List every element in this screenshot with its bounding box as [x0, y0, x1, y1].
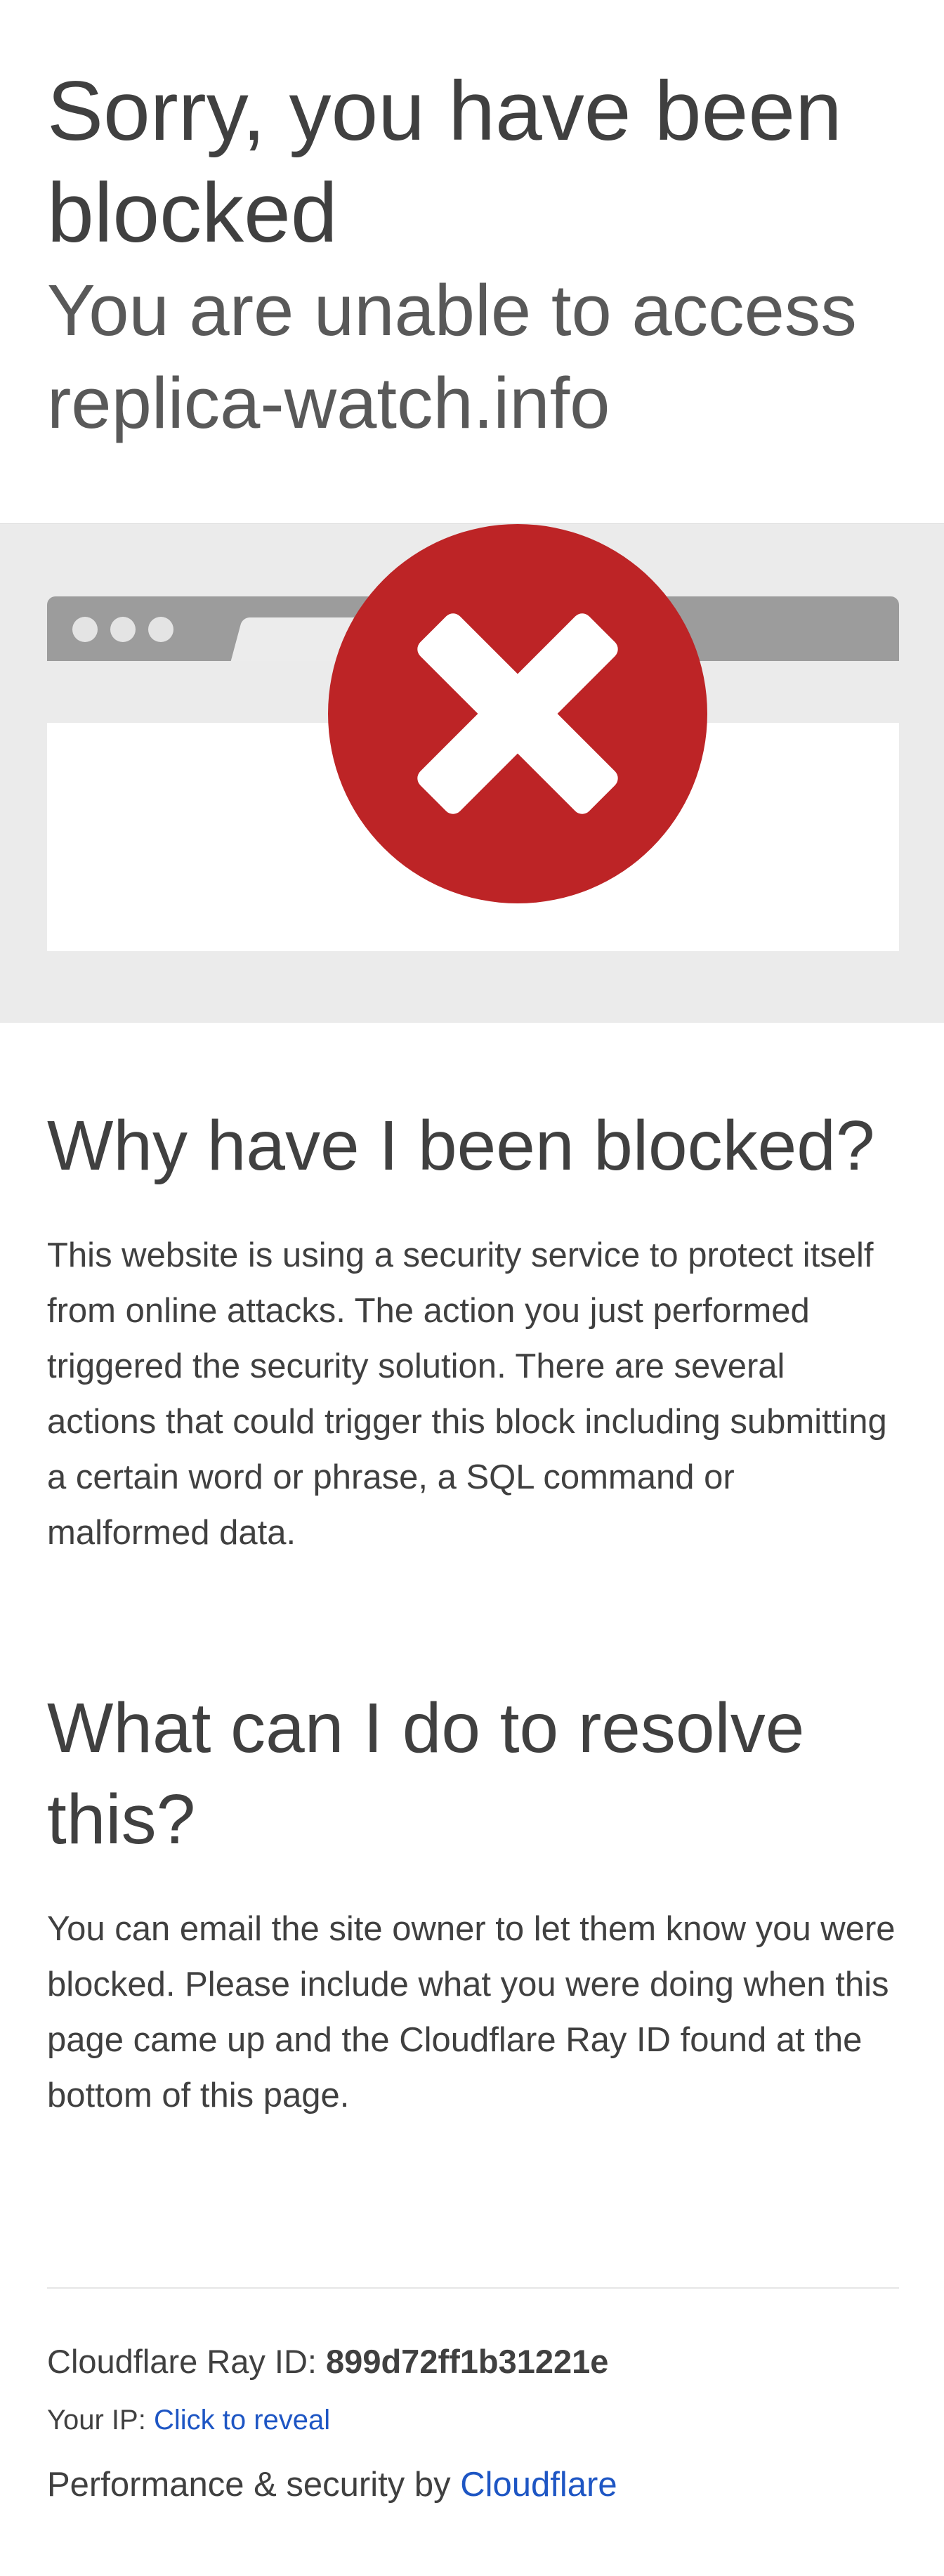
blocked-banner [0, 523, 944, 1023]
footer: Cloudflare Ray ID: 899d72ff1b31221e Your… [47, 2287, 899, 2506]
subtitle-line-1: You are unable to access [47, 270, 857, 351]
blocked-domain: replica-watch.info [47, 362, 610, 443]
main-content: Why have I been blocked? This website is… [0, 1023, 944, 2124]
ray-id-line: Cloudflare Ray ID: 899d72ff1b31221e [47, 2289, 899, 2383]
performance-label: Performance & security by [47, 2466, 461, 2504]
page-title: Sorry, you have been blocked [47, 64, 842, 260]
window-dot-icon [110, 617, 136, 642]
blocked-x-icon [328, 524, 707, 903]
window-dot-icon [148, 617, 173, 642]
page-subtitle: You are unable to access replica-watch.i… [47, 264, 897, 450]
resolve-heading: What can I do to resolve this? [47, 1689, 805, 1859]
cloudflare-link[interactable]: Cloudflare [460, 2466, 617, 2504]
performance-line: Performance & security by Cloudflare [47, 2438, 899, 2506]
window-dot-icon [72, 617, 98, 642]
why-heading: Why have I been blocked? [47, 1106, 875, 1185]
ip-line: Your IP: Click to reveal [47, 2383, 899, 2438]
why-body: This website is using a security service… [47, 1236, 887, 1552]
reveal-ip-button[interactable]: Click to reveal [154, 2402, 330, 2438]
browser-illustration [47, 524, 899, 951]
page-header: Sorry, you have been blocked You are una… [0, 0, 944, 523]
ip-label: Your IP: [47, 2405, 154, 2436]
ray-id-value: 899d72ff1b31221e [326, 2343, 609, 2380]
resolve-body: You can email the site owner to let them… [47, 1910, 896, 2114]
ray-id-label: Cloudflare Ray ID: [47, 2343, 327, 2380]
